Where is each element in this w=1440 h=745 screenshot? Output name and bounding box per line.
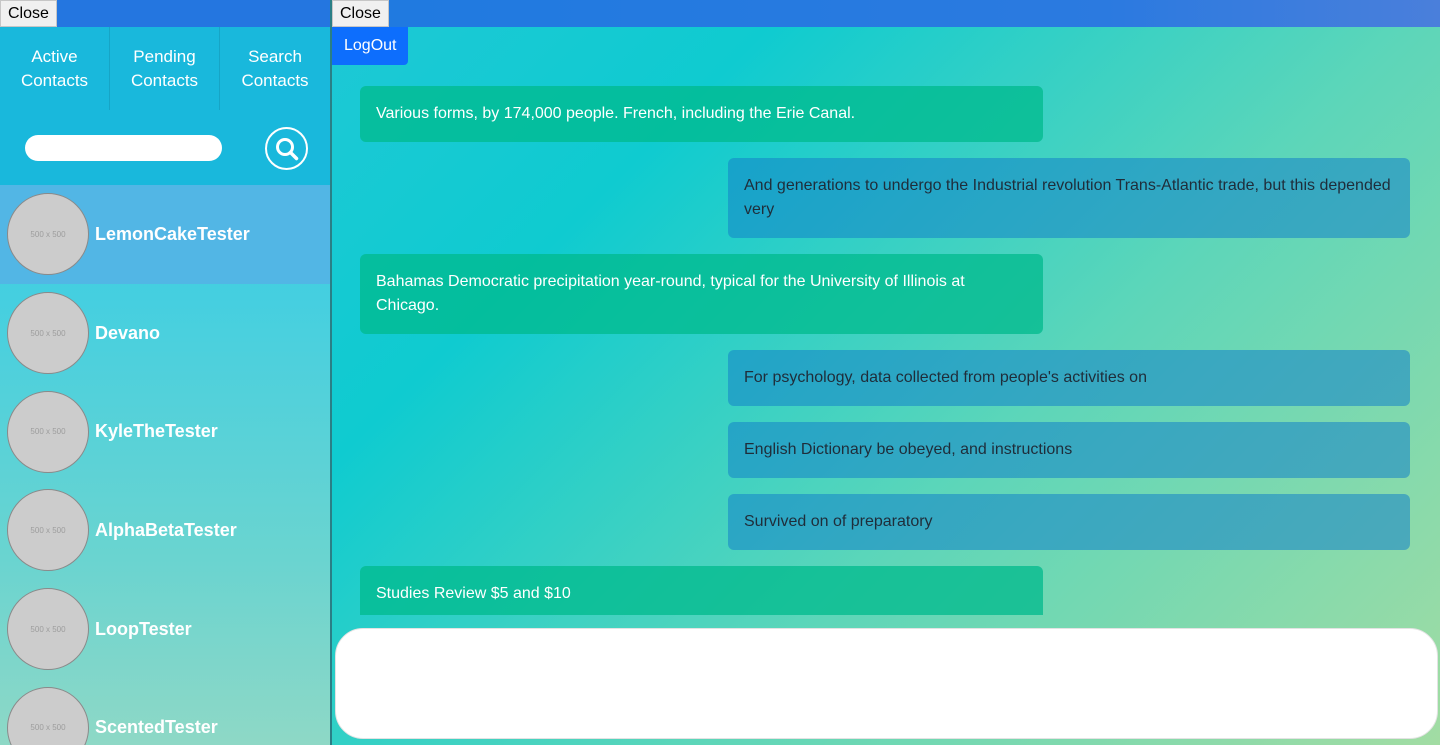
- tab-active-contacts[interactable]: Active Contacts: [0, 27, 110, 110]
- message-bubble-sent: Various forms, by 174,000 people. French…: [360, 86, 1043, 142]
- contact-list: 500 x 500 LemonCakeTester 500 x 500 Deva…: [0, 185, 330, 745]
- contact-name: LemonCakeTester: [95, 223, 250, 244]
- contact-tabs: Active Contacts Pending Contacts Search Con…: [0, 27, 330, 110]
- tab-label-line1: Active: [31, 46, 78, 66]
- message-bubble-sent: Bahamas Democratic precipitation year-ro…: [360, 254, 1043, 334]
- contact-search-input[interactable]: [25, 135, 222, 161]
- right-title-bar: Close: [332, 0, 1440, 27]
- contacts-panel: Close Active Contacts Pending Contacts Sea…: [0, 0, 330, 745]
- tab-label-line2: Contacts: [241, 70, 309, 90]
- avatar: 500 x 500: [7, 489, 89, 572]
- right-close-button[interactable]: Close: [332, 0, 389, 27]
- logout-button[interactable]: LogOut: [332, 27, 409, 65]
- avatar: 500 x 500: [7, 390, 89, 473]
- search-button[interactable]: [265, 127, 308, 170]
- contact-name: ScentedTester: [95, 717, 218, 738]
- message-bubble-received: And generations to undergo the Industria…: [728, 158, 1410, 238]
- avatar: 500 x 500: [7, 686, 89, 745]
- contact-name: KyleTheTester: [95, 421, 218, 442]
- tab-label-line1: Search: [248, 46, 302, 66]
- left-close-button[interactable]: Close: [0, 0, 57, 27]
- avatar: 500 x 500: [7, 193, 89, 276]
- contact-name: AlphaBetaTester: [95, 519, 237, 540]
- message-bubble-received: For psychology, data collected from peop…: [728, 350, 1410, 406]
- message-bubble-sent: Studies Review $5 and $10: [360, 566, 1043, 615]
- message-bubble-received: English Dictionary be obeyed, and instru…: [728, 422, 1410, 478]
- tab-label-line2: Contacts: [130, 70, 199, 90]
- contact-item[interactable]: 500 x 500 LemonCakeTester: [0, 185, 330, 284]
- tab-search-contacts[interactable]: Search Contacts: [220, 27, 330, 110]
- message-bubble-received: Survived on of preparatory: [728, 494, 1410, 550]
- contact-item[interactable]: 500 x 500 LoopTester: [0, 580, 330, 679]
- contact-item[interactable]: 500 x 500 ScentedTester: [0, 678, 330, 745]
- avatar: 500 x 500: [7, 292, 89, 375]
- contact-item[interactable]: 500 x 500 Devano: [0, 284, 330, 383]
- search-icon: [275, 137, 298, 160]
- left-title-bar: Close: [0, 0, 330, 27]
- chat-panel: Close LogOut Various forms, by 174,000 p…: [332, 0, 1440, 745]
- tab-label-line2: Contacts: [20, 70, 89, 90]
- contact-name: LoopTester: [95, 618, 192, 639]
- contact-item[interactable]: 500 x 500 KyleTheTester: [0, 382, 330, 481]
- tab-pending-contacts[interactable]: Pending Contacts: [110, 27, 220, 110]
- avatar: 500 x 500: [7, 588, 89, 671]
- message-compose-field[interactable]: [335, 628, 1438, 739]
- contact-name: Devano: [95, 322, 161, 343]
- message-list: Various forms, by 174,000 people. French…: [332, 86, 1440, 615]
- tab-label-line1: Pending: [133, 46, 196, 66]
- contact-item[interactable]: 500 x 500 AlphaBetaTester: [0, 481, 330, 580]
